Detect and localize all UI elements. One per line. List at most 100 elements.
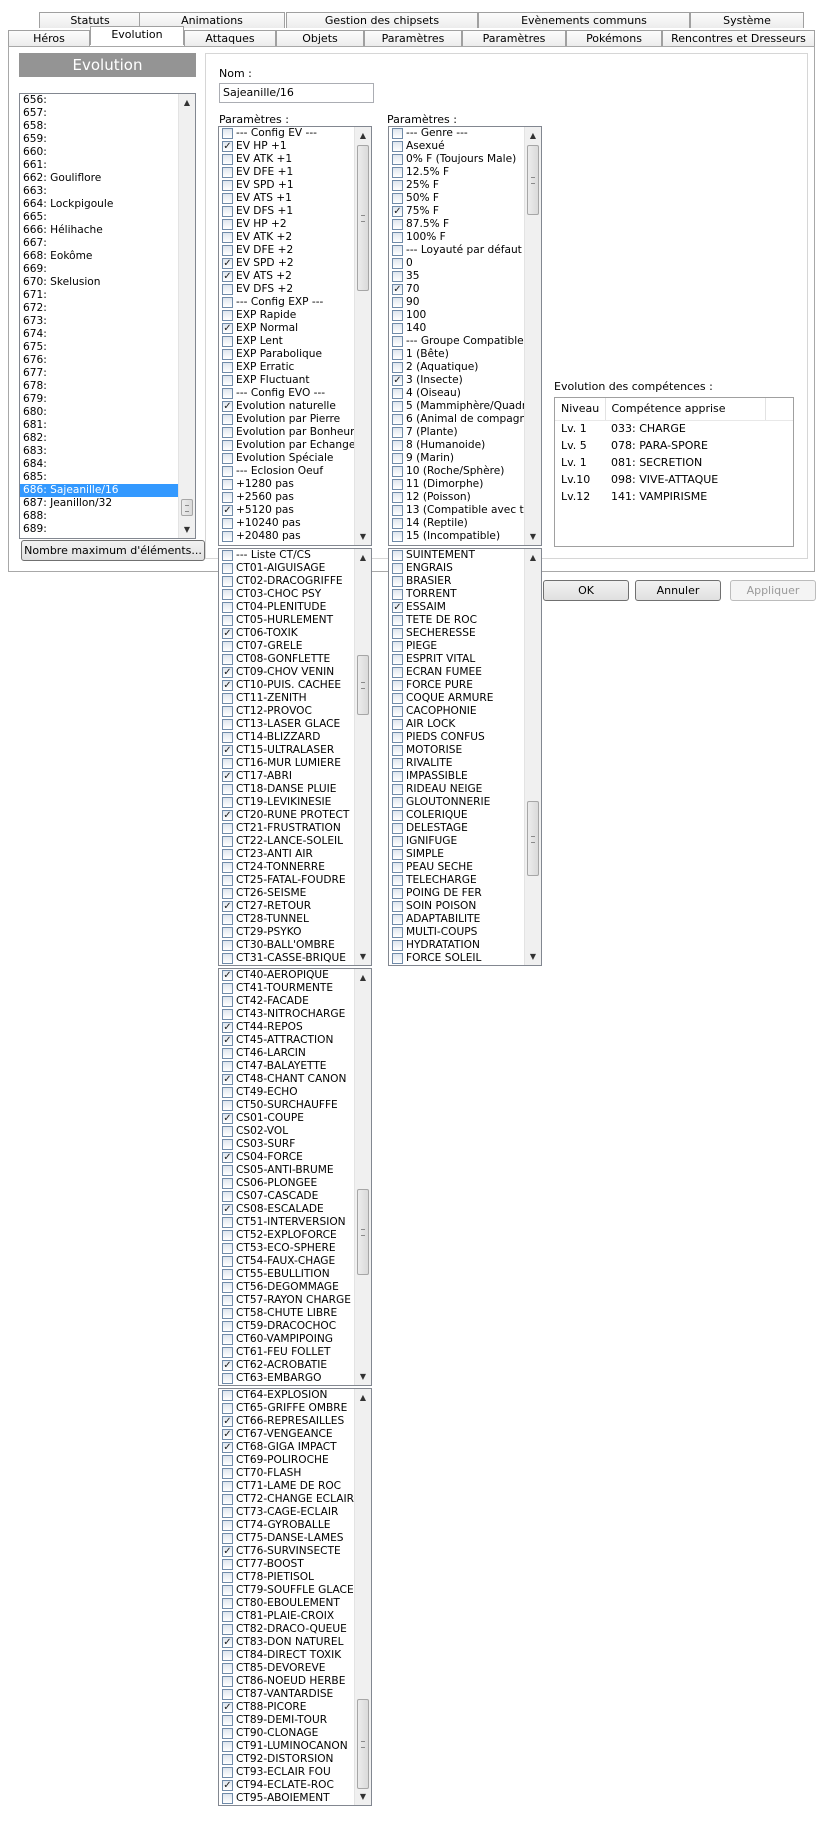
checkbox[interactable] [222,1585,233,1596]
checkbox[interactable] [392,797,403,808]
checkbox[interactable] [222,375,233,386]
list-item[interactable]: 677: [20,367,178,380]
list-item[interactable]: 686: Sajeanille/16 [20,484,178,497]
checkbox-item[interactable]: --- Config EVO --- [219,387,354,400]
checkbox-item[interactable]: CT55-EBULLITION [219,1268,354,1281]
checkbox[interactable] [392,154,403,165]
checkbox[interactable] [222,914,233,925]
checkbox-item[interactable]: CT63-EMBARGO [219,1372,354,1385]
checkbox-item[interactable]: CT21-FRUSTRATION [219,822,354,835]
checkbox-item[interactable]: SIMPLE [389,848,524,861]
checkbox[interactable] [222,862,233,873]
checkbox-item[interactable]: 15 (Incompatible) [389,530,524,543]
checkbox[interactable]: ✓ [392,375,403,386]
checkbox-item[interactable]: CT78-PIETISOL [219,1571,354,1584]
checkbox[interactable] [222,518,233,529]
scroll-thumb[interactable] [527,801,539,876]
checkbox-item[interactable]: Asexué [389,140,524,153]
col-competence-header[interactable]: Compétence apprise [605,398,766,421]
table-row[interactable]: Lv.10 098: VIVE-ATTAQUE [555,471,793,488]
tab-objets[interactable]: Objets [276,30,364,46]
tab-evolution[interactable]: Evolution [90,26,184,45]
checkbox-item[interactable]: 0 [389,257,524,270]
checkbox-item[interactable]: Evolution Spéciale [219,452,354,465]
checkbox[interactable] [222,1269,233,1280]
checkbox-item[interactable]: --- Eclosion Oeuf [219,465,354,478]
tab-4[interactable]: Système [690,12,804,28]
checkbox[interactable]: ✓ [222,1416,233,1427]
checkbox-item[interactable]: CT81-PLAIE-CROIX [219,1610,354,1623]
checkbox[interactable] [222,576,233,587]
scroll-thumb[interactable] [527,145,539,215]
list-item[interactable]: 670: Skelusion [20,276,178,289]
checkbox[interactable] [222,849,233,860]
checkbox-item[interactable]: CT31-CASSE-BRIQUE [219,952,354,965]
list-item[interactable]: 669: [20,263,178,276]
checkbox-item[interactable]: --- Genre --- [389,127,524,140]
checkbox-item[interactable]: 2 (Aquatique) [389,361,524,374]
checkbox[interactable] [222,1295,233,1306]
checkbox[interactable]: ✓ [222,1780,233,1791]
checkbox-item[interactable]: EXP Parabolique [219,348,354,361]
checkbox[interactable] [222,219,233,230]
checkbox[interactable] [222,1572,233,1583]
checkbox-item[interactable]: DELESTAGE [389,822,524,835]
ct-list-1[interactable]: --- Liste CT/CS CT01-AIGUISAGE CT02-DRACOG… [218,548,372,966]
checkbox-item[interactable]: POING DE FER [389,887,524,900]
checkbox[interactable] [392,823,403,834]
checkbox[interactable] [392,297,403,308]
tab-3[interactable]: Evènements communs [478,12,690,28]
checkbox-item[interactable]: 11 (Dimorphe) [389,478,524,491]
ct-list-3[interactable]: CT64-EXPLOSION CT65-GRIFFE OMBRE ✓ CT66-REP… [218,1388,372,1806]
list-item[interactable]: 685: [20,471,178,484]
checkbox[interactable]: ✓ [222,258,233,269]
checkbox[interactable] [222,996,233,1007]
checkbox-item[interactable]: CT50-SURCHAUFFE [219,1099,354,1112]
checkbox[interactable] [222,180,233,191]
checkbox-item[interactable]: EV DFE +2 [219,244,354,257]
checkbox-item[interactable]: 100% F [389,231,524,244]
checkbox[interactable] [392,810,403,821]
list-item[interactable]: 657: [20,107,178,120]
checkbox[interactable]: ✓ [222,810,233,821]
checkbox-item[interactable]: CT75-DANSE-LAMES [219,1532,354,1545]
checkbox-item[interactable]: COQUE ARMURE [389,692,524,705]
checkbox[interactable] [222,1403,233,1414]
checkbox-item[interactable]: ✓ CS08-ESCALADE [219,1203,354,1216]
checkbox-item[interactable]: IMPASSIBLE [389,770,524,783]
checkbox[interactable] [222,1520,233,1531]
tab-attaques[interactable]: Attaques [184,30,276,46]
checkbox[interactable] [392,927,403,938]
checkbox-item[interactable]: CT07-GRELE [219,640,354,653]
checkbox[interactable] [222,1061,233,1072]
checkbox[interactable] [222,167,233,178]
checkbox-item[interactable]: +2560 pas [219,491,354,504]
checkbox-item[interactable]: 5 (Mammiphère/Quadrup [389,400,524,413]
checkbox[interactable] [222,983,233,994]
checkbox-item[interactable]: CT53-ECO-SPHERE [219,1242,354,1255]
checkbox[interactable] [392,589,403,600]
checkbox-item[interactable]: --- Liste CT/CS [219,549,354,562]
checkbox-item[interactable]: ✓ CT15-ULTRALASER [219,744,354,757]
list-item[interactable]: 684: [20,458,178,471]
ct-list-2[interactable]: ✓ CT40-AEROPIQUE CT41-TOURMENTE CT42-FACADE… [218,968,372,1386]
checkbox[interactable] [222,479,233,490]
checkbox[interactable] [392,492,403,503]
checkbox-item[interactable]: BRASIER [389,575,524,588]
params-list-2-scrollbar[interactable]: ▲ ▼ [524,127,541,545]
checkbox[interactable] [392,414,403,425]
checkbox-item[interactable]: AIR LOCK [389,718,524,731]
checkbox[interactable]: ✓ [392,284,403,295]
checkbox-item[interactable]: ✓ CT66-REPRESAILLES [219,1415,354,1428]
checkbox-item[interactable]: RIDEAU NEIGE [389,783,524,796]
checkbox[interactable] [222,531,233,542]
scroll-down-icon[interactable]: ▼ [355,948,371,965]
checkbox-item[interactable]: 13 (Compatible avec tous [389,504,524,517]
ct-list-3-scrollbar[interactable]: ▲ ▼ [354,1389,371,1805]
table-row[interactable]: Lv. 5 078: PARA-SPORE [555,437,793,454]
checkbox[interactable] [222,784,233,795]
list-item[interactable]: 688: [20,510,178,523]
checkbox-item[interactable]: EV DFS +1 [219,205,354,218]
checkbox[interactable] [222,953,233,964]
checkbox-item[interactable]: CT24-TONNERRE [219,861,354,874]
